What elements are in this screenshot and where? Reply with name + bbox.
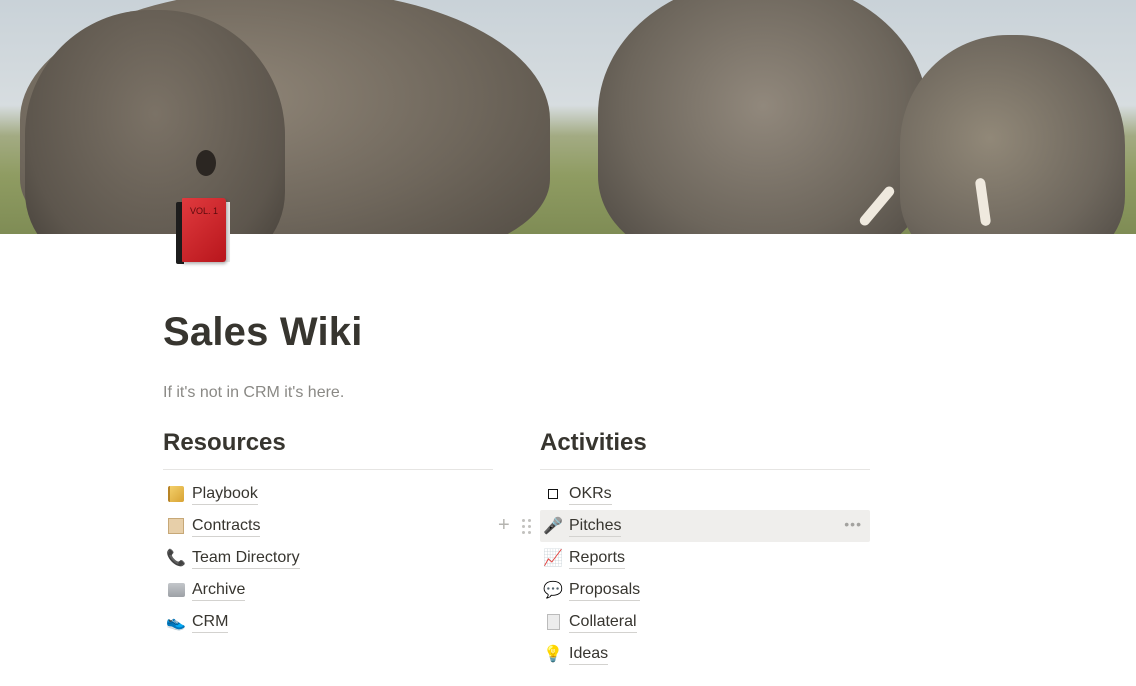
page-link-ideas[interactable]: 💡 Ideas xyxy=(540,638,870,670)
page-link-label[interactable]: OKRs xyxy=(569,484,612,505)
ledger-icon xyxy=(164,482,188,506)
page-link-label[interactable]: Archive xyxy=(192,580,246,601)
folder-icon xyxy=(164,578,188,602)
page-link-pitches[interactable]: + 🎤 Pitches ••• xyxy=(498,510,870,542)
page-link-playbook[interactable]: Playbook xyxy=(163,478,493,510)
resources-column: Resources Playbook Contracts 📞 Team Dire… xyxy=(163,428,493,638)
page-link-label[interactable]: Proposals xyxy=(569,580,641,601)
page-link-reports[interactable]: 📈 Reports xyxy=(540,542,870,574)
divider xyxy=(540,469,870,470)
lightbulb-icon: 💡 xyxy=(543,646,563,663)
page-link-label[interactable]: Reports xyxy=(569,548,626,569)
page-title[interactable]: Sales Wiki xyxy=(163,310,363,355)
elephant-left-trunk xyxy=(25,10,285,234)
checkbox-icon xyxy=(541,482,565,506)
page-link-label[interactable]: Contracts xyxy=(192,516,261,537)
page-link-proposals[interactable]: 💬 Proposals xyxy=(540,574,870,606)
cover-image[interactable] xyxy=(0,0,1136,234)
page-link-team-directory[interactable]: 📞 Team Directory xyxy=(163,542,493,574)
page-link-crm[interactable]: 👟 CRM xyxy=(163,606,493,638)
page-subtitle[interactable]: If it's not in CRM it's here. xyxy=(163,384,344,402)
phone-icon: 📞 xyxy=(166,550,186,567)
chart-increasing-icon: 📈 xyxy=(543,550,563,567)
page-link-archive[interactable]: Archive xyxy=(163,574,493,606)
divider xyxy=(163,469,493,470)
drag-handle-icon[interactable] xyxy=(522,519,532,534)
page-link-label[interactable]: Team Directory xyxy=(192,548,300,569)
page-link-okrs[interactable]: OKRs xyxy=(540,478,870,510)
more-options-icon[interactable]: ••• xyxy=(844,517,862,531)
activities-heading[interactable]: Activities xyxy=(540,428,870,460)
speech-bubble-icon: 💬 xyxy=(543,582,563,599)
microphone-icon: 🎤 xyxy=(543,518,563,535)
page-link-contracts[interactable]: Contracts xyxy=(163,510,493,542)
page-link-label[interactable]: CRM xyxy=(192,612,229,633)
activities-column: Activities OKRs + 🎤 Pitches ••• 📈 Report… xyxy=(498,428,870,670)
page-link-label[interactable]: Collateral xyxy=(569,612,637,633)
resources-heading[interactable]: Resources xyxy=(163,428,493,460)
elephant-eye xyxy=(196,150,216,176)
document-icon xyxy=(541,610,565,634)
page-link-collateral[interactable]: Collateral xyxy=(540,606,870,638)
page-link-label[interactable]: Playbook xyxy=(192,484,258,505)
elephant-right xyxy=(900,35,1125,234)
red-book-icon[interactable]: VOL. 1 xyxy=(172,196,232,268)
shoe-icon: 👟 xyxy=(166,614,186,631)
add-block-icon[interactable]: + xyxy=(498,515,510,535)
scroll-icon xyxy=(164,514,188,538)
book-vol-label: VOL. 1 xyxy=(190,206,219,216)
page-link-label[interactable]: Ideas xyxy=(569,644,609,665)
page-link-label[interactable]: Pitches xyxy=(569,516,622,537)
